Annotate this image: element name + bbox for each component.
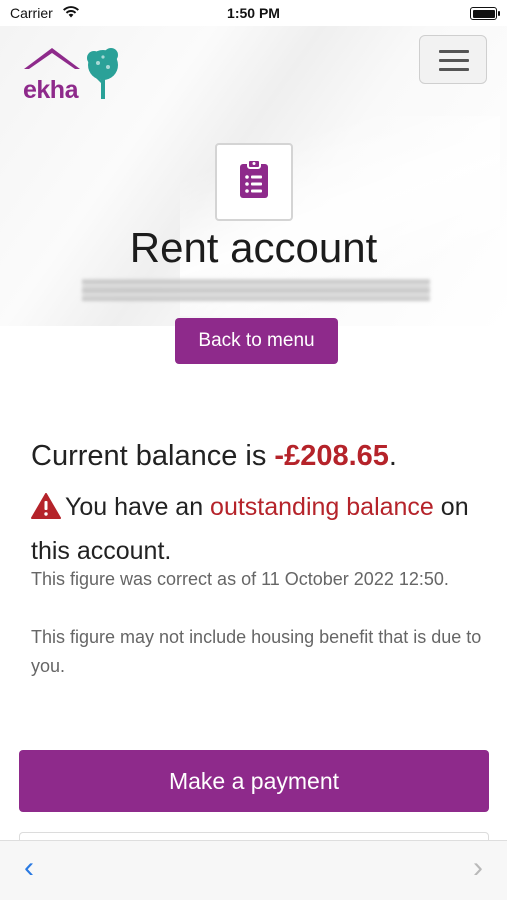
browser-toolbar: ‹ ›: [0, 840, 507, 900]
clipboard-list-icon: [240, 159, 268, 198]
page-icon-box: [215, 143, 293, 221]
logo-wordmark: ekha: [23, 76, 78, 104]
clock-time: 1:50 PM: [227, 5, 280, 21]
back-to-menu-button[interactable]: Back to menu: [175, 318, 338, 364]
current-balance-text: Current balance is -£208.65.: [31, 440, 397, 473]
battery-icon: [470, 7, 500, 20]
ekha-logo[interactable]: ekha: [22, 43, 122, 104]
warning-triangle-icon: [31, 491, 61, 531]
balance-date-note: This figure was correct as of 11 October…: [31, 569, 449, 589]
hamburger-icon: [439, 50, 469, 53]
balance-prefix: Current balance is: [31, 440, 275, 472]
redacted-address: [82, 279, 430, 301]
status-bar: Carrier 1:50 PM: [0, 0, 507, 26]
page-title: Rent account: [129, 224, 378, 271]
balance-amount: -£208.65: [274, 440, 389, 472]
outstanding-balance-link[interactable]: outstanding balance: [210, 493, 434, 521]
outstanding-warning: You have an outstanding balance on this …: [31, 487, 486, 571]
menu-button[interactable]: [419, 35, 487, 84]
housing-benefit-note: This figure may not include housing bene…: [31, 627, 482, 676]
warning-prefix: You have an: [65, 493, 211, 521]
chevron-right-icon[interactable]: ›: [473, 853, 483, 883]
balance-suffix: .: [388, 440, 397, 472]
make-payment-button[interactable]: Make a payment: [19, 750, 489, 812]
chevron-left-icon[interactable]: ‹: [24, 853, 34, 883]
